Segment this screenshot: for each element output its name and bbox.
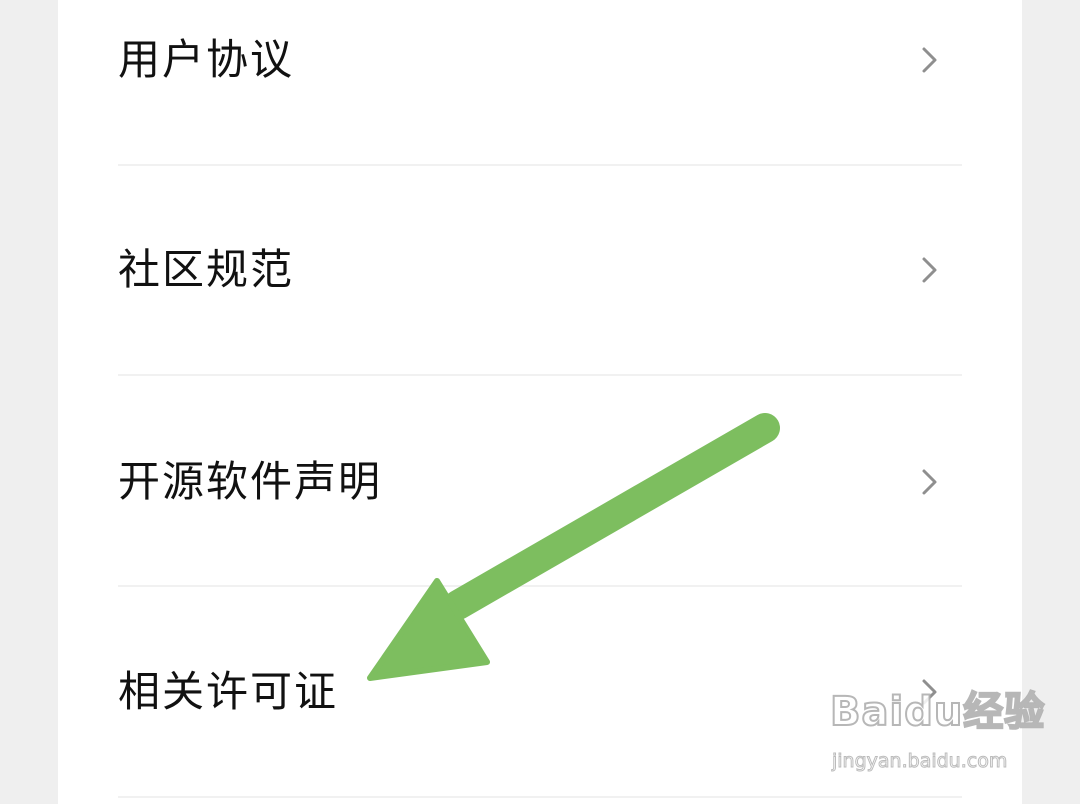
chevron-right-icon [922,47,937,73]
chevron-right-icon [922,469,937,495]
menu-item-open-source-notice[interactable]: 开源软件声明 [58,377,1022,587]
divider [118,796,962,798]
menu-item-label: 社区规范 [118,245,295,294]
settings-list: 用户协议 社区规范 开源软件声明 相关许可证 [58,0,1022,804]
menu-item-label: 用户协议 [118,35,295,84]
chevron-right-icon [922,679,937,705]
divider [118,374,962,376]
menu-item-related-licenses[interactable]: 相关许可证 [58,587,1022,797]
menu-item-community-guidelines[interactable]: 社区规范 [58,165,1022,375]
menu-item-label: 开源软件声明 [118,457,383,506]
menu-item-label: 相关许可证 [118,667,339,716]
chevron-right-icon [922,257,937,283]
menu-item-user-agreement[interactable]: 用户协议 [58,0,1022,165]
